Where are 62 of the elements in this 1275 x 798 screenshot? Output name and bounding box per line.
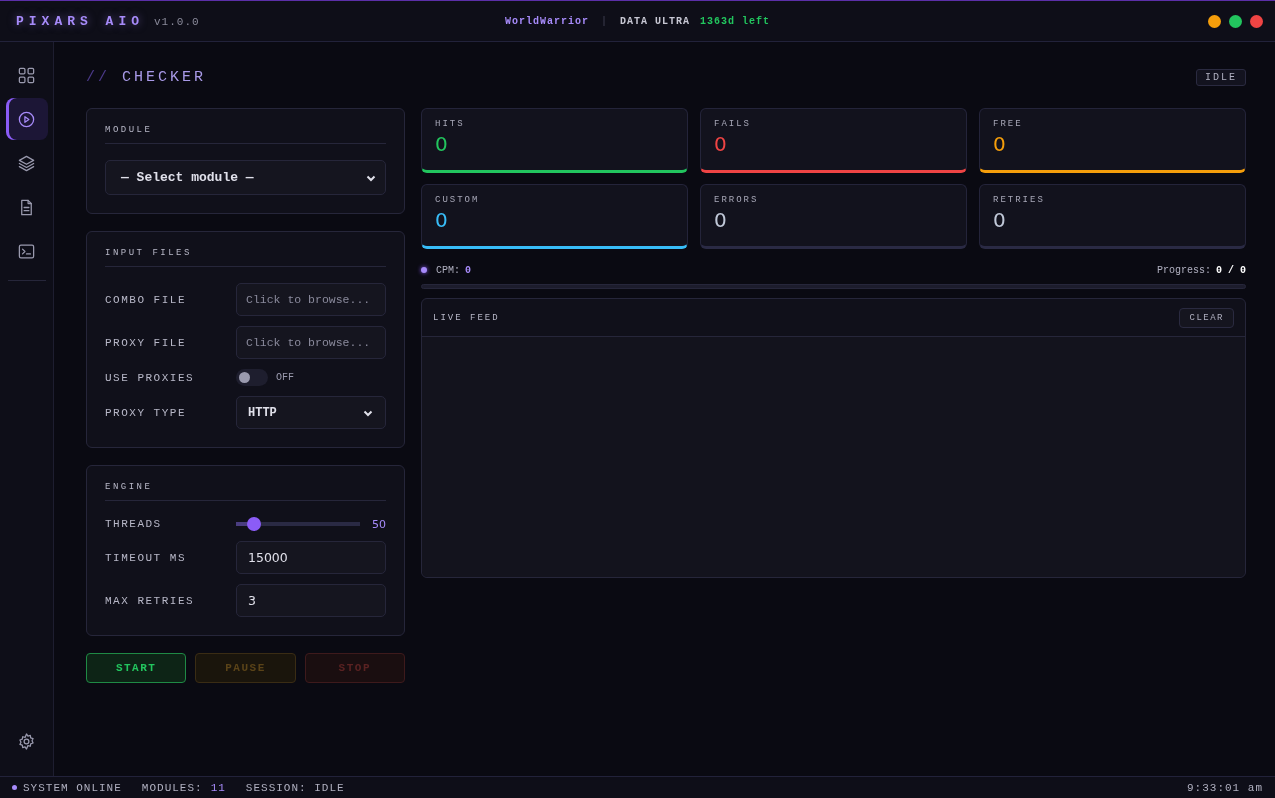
panel-title: ENGINE: [105, 482, 154, 494]
number-input[interactable]: 3: [236, 584, 386, 617]
app-name: PIXARS AIO: [16, 13, 144, 29]
stat-label: CUSTOM: [435, 195, 481, 205]
toggle-switch[interactable]: [236, 369, 268, 386]
slider-value: 50: [372, 517, 386, 531]
stat-value: 0: [993, 132, 1007, 156]
cpm-value: 0: [465, 264, 472, 276]
field-label: COMBO FILE: [105, 293, 186, 306]
stat-label: ERRORS: [714, 195, 760, 205]
field-label: USE PROXIES: [105, 371, 195, 384]
clock: 9:33:01 am: [1187, 781, 1263, 794]
status-dot: [12, 785, 17, 790]
stat-value: 0: [435, 132, 449, 156]
separator: |: [601, 15, 608, 27]
status-dot: [421, 267, 427, 273]
window-button[interactable]: [1250, 14, 1263, 28]
window-button[interactable]: [1208, 14, 1221, 28]
cpm-label: CPM:: [436, 264, 460, 276]
field-label: PROXY FILE: [105, 336, 186, 349]
plan-label: DATA ULTRA: [620, 15, 690, 27]
number-input[interactable]: 15000: [236, 541, 386, 574]
stat-value: 0: [714, 132, 728, 156]
status-badge: IDLE: [1196, 68, 1246, 86]
stat-label: HITS: [435, 119, 466, 129]
modules-label: MODULES:: [141, 781, 203, 794]
stat-value: 0: [435, 208, 449, 232]
dropdown[interactable]: HTTP: [236, 396, 386, 429]
settings-icon: [17, 731, 36, 751]
panel-title: INPUT FILES: [105, 248, 193, 260]
sidebar-item[interactable]: [5, 98, 48, 140]
clear-button[interactable]: CLEAR: [1179, 307, 1234, 328]
dropdown[interactable]: — Select module —: [105, 160, 386, 195]
field-label: THREADS: [105, 518, 162, 530]
field-label: TIMEOUT MS: [105, 551, 186, 564]
file-input[interactable]: Click to browse...: [236, 326, 386, 359]
panel-title: MODULE: [105, 125, 154, 137]
stat-label: FAILS: [714, 119, 752, 129]
progress-value: 0 / 0: [1216, 264, 1246, 276]
layers-icon: [17, 153, 36, 173]
toggle-state: OFF: [276, 372, 294, 383]
user-name: WorldWarrior: [504, 15, 589, 27]
stat-label: RETRIES: [993, 195, 1046, 205]
start-button[interactable]: START: [86, 653, 187, 683]
file-input[interactable]: Click to browse...: [236, 283, 386, 316]
grid-icon: [17, 65, 36, 85]
session-status: SESSION: IDLE: [245, 781, 345, 794]
stat-value: 0: [993, 208, 1007, 232]
field-label: PROXY TYPE: [105, 406, 186, 419]
progress-label: Progress:: [1156, 264, 1211, 276]
play-icon: [17, 109, 36, 129]
stat-label: FREE: [993, 119, 1024, 129]
time-remaining: 1363d left: [700, 15, 771, 27]
stat-value: 0: [714, 208, 728, 232]
page-title: CHECKER: [122, 68, 207, 86]
panel-title: LIVE FEED: [433, 312, 500, 323]
modules-count: 11: [210, 781, 226, 794]
title-prefix: //: [86, 68, 110, 86]
version-label: v1.0.0: [154, 15, 200, 28]
window-button[interactable]: [1229, 14, 1242, 28]
field-label: MAX RETRIES: [105, 594, 195, 607]
system-status: SYSTEM ONLINE: [23, 781, 122, 794]
